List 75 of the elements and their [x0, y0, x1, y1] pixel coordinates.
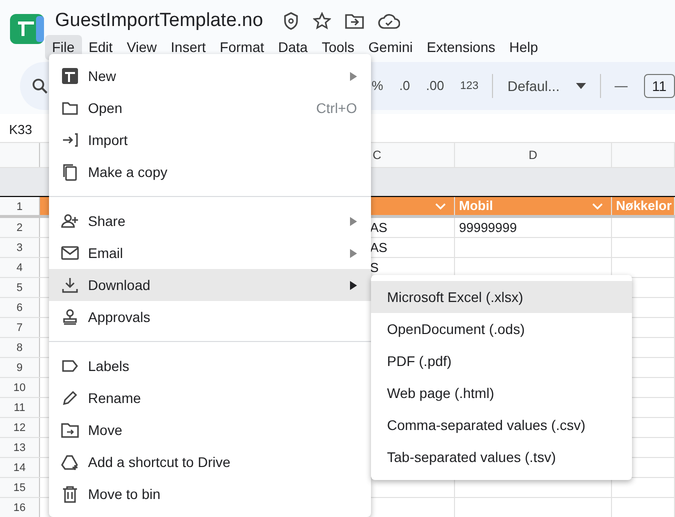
row-number[interactable]: 8 [0, 338, 40, 357]
menu-item[interactable]: Format [212, 35, 272, 60]
column-title: Nøkkelor [616, 197, 672, 215]
sheets-logo-icon[interactable] [10, 14, 44, 44]
menu-item[interactable]: Tab-separated values (.tsv) [371, 441, 632, 473]
star-icon[interactable] [313, 12, 332, 30]
increase-decimals-button[interactable]: .00 [418, 76, 452, 96]
menu-item[interactable]: Share [49, 205, 371, 237]
caret-icon [576, 83, 586, 89]
menu-item[interactable]: OpenDocument (.ods) [371, 313, 632, 345]
menu-item[interactable]: Move [49, 414, 371, 446]
row-number[interactable]: 15 [0, 478, 40, 497]
menu-item[interactable]: Download [49, 269, 371, 301]
row-number[interactable]: 2 [0, 218, 40, 237]
import-icon [61, 131, 79, 149]
row-number[interactable]: 14 [0, 458, 40, 477]
menu-item[interactable]: Labels [49, 350, 371, 382]
number-format-button[interactable]: 123 [452, 78, 486, 94]
menu-item[interactable]: Data [271, 35, 315, 60]
cell-text: AS [370, 218, 388, 236]
row-number[interactable]: 1 [0, 197, 40, 215]
row-number[interactable]: 7 [0, 318, 40, 337]
shortcut-text: Ctrl+O [316, 98, 357, 118]
menu-item[interactable]: Gemini [361, 35, 420, 60]
row-number[interactable]: 10 [0, 378, 40, 397]
column-title: Mobil [459, 197, 493, 215]
menu-item[interactable]: Insert [164, 35, 213, 60]
decrease-font-size-button[interactable]: — [606, 76, 636, 96]
font-size-field[interactable]: 11 [644, 74, 675, 98]
trash-icon [61, 485, 79, 503]
folder-move-icon [61, 421, 79, 439]
row-number[interactable]: 5 [0, 278, 40, 297]
row-number[interactable]: 12 [0, 418, 40, 437]
cell-text: 99999999 [459, 218, 517, 236]
menu-item[interactable]: Approvals [49, 301, 371, 333]
download-icon [61, 276, 79, 294]
menu-item[interactable]: Add a shortcut to Drive [49, 446, 371, 478]
menu-item[interactable]: Help [502, 35, 546, 60]
drive-add-icon [61, 453, 79, 471]
corner-cell[interactable] [0, 143, 40, 167]
search-icon[interactable] [32, 78, 48, 94]
cloud-check-icon[interactable] [378, 13, 400, 29]
envelope-icon [61, 244, 79, 262]
shield-icon[interactable] [283, 12, 300, 30]
font-dropdown[interactable]: Defaul... [499, 76, 594, 96]
copy-icon [61, 163, 79, 181]
row-number[interactable]: 6 [0, 298, 40, 317]
document-title[interactable]: GuestImportTemplate.no [55, 10, 264, 32]
menu-item[interactable]: Extensions [420, 35, 502, 60]
menu-item[interactable]: Rename [49, 382, 371, 414]
folder-move-icon[interactable] [345, 13, 364, 29]
cell-text: S [370, 258, 379, 276]
menu-item[interactable]: Email [49, 237, 371, 269]
menu-item[interactable]: View [120, 35, 164, 60]
cell-text: AS [370, 238, 388, 256]
stamp-icon [61, 308, 79, 326]
menu-item[interactable]: Move to bin [49, 478, 371, 510]
file-plus-icon [61, 67, 79, 85]
menu-item[interactable]: PDF (.pdf) [371, 345, 632, 377]
row-number[interactable]: 16 [0, 498, 40, 517]
row-number[interactable]: 3 [0, 238, 40, 257]
menu-item[interactable]: Comma-separated values (.csv) [371, 409, 632, 441]
row-number[interactable]: 11 [0, 398, 40, 417]
menu-item[interactable]: Web page (.html) [371, 377, 632, 409]
column-header[interactable]: D [455, 143, 612, 167]
pencil-icon [61, 389, 79, 407]
menu-item[interactable]: Edit [82, 35, 120, 60]
menu-item[interactable]: Microsoft Excel (.xlsx) [371, 281, 632, 313]
row-number[interactable]: 9 [0, 358, 40, 377]
row-number[interactable]: 4 [0, 258, 40, 277]
row-number[interactable]: 13 [0, 438, 40, 457]
person-add-icon [61, 212, 79, 230]
decrease-decimals-button[interactable]: .0 [391, 76, 418, 96]
name-box[interactable]: K33 [9, 122, 32, 137]
menu-item[interactable]: Tools [314, 35, 362, 60]
